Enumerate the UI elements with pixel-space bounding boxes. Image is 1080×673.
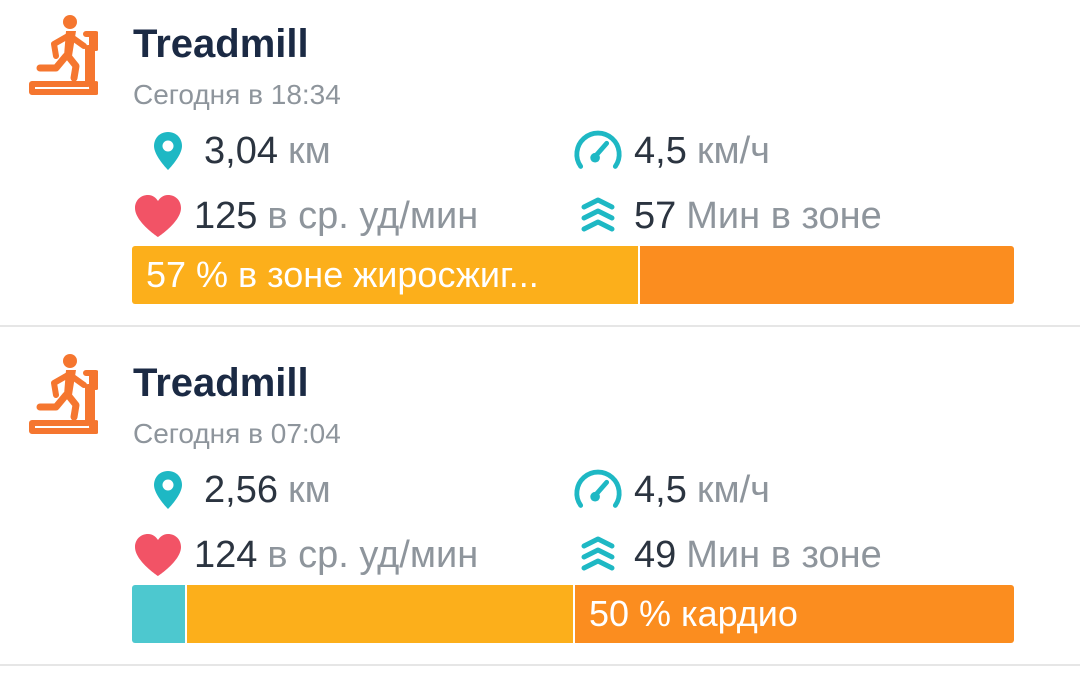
location-pin-icon (142, 127, 194, 175)
zone-bar-label: 57 % в зоне жиросжиг... (146, 254, 539, 295)
heart-rate-unit: в ср. уд/мин (267, 533, 479, 576)
heart-icon (132, 531, 184, 579)
activity-card[interactable]: Treadmill Сегодня в 07:04 2,56 км 4,5 км… (0, 339, 1080, 666)
heart-rate-unit: в ср. уд/мин (267, 194, 479, 237)
distance-unit: км (287, 468, 331, 511)
zone-minutes-unit: Мин в зоне (686, 194, 882, 237)
activity-time: Сегодня в 18:34 (133, 79, 341, 110)
activity-title: Treadmill (133, 22, 309, 66)
zone-bar-label: 50 % кардио (588, 593, 798, 634)
speed-unit: км/ч (696, 129, 770, 172)
zone-segment-fat-burn (184, 585, 573, 643)
speed-stat: 4,5 км/ч (572, 465, 770, 515)
zone-segment-out-of (132, 585, 185, 643)
zone-minutes-value: 57 (634, 194, 677, 237)
zone-segment-cardio (638, 246, 1014, 304)
heart-zone-bar: 50 % кардио (132, 585, 1014, 643)
speedometer-icon (572, 127, 624, 175)
treadmill-icon (29, 15, 98, 95)
activity-card[interactable]: Treadmill Сегодня в 18:34 3,04 км 4,5 км… (0, 0, 1080, 327)
zone-minutes-value: 49 (634, 533, 677, 576)
distance-value: 2,56 (204, 468, 278, 511)
heart-rate-value: 125 (194, 194, 258, 237)
heart-zone-bar: 57 % в зоне жиросжиг... (132, 246, 1014, 304)
zone-minutes-stat: 57 Мин в зоне (572, 191, 882, 241)
heart-rate-stat: 124 в ср. уд/мин (132, 530, 478, 580)
distance-stat: 2,56 км (142, 465, 331, 515)
speed-value: 4,5 (634, 129, 687, 172)
distance-stat: 3,04 км (142, 126, 331, 176)
zone-segment-fat-burn: 57 % в зоне жиросжиг... (132, 246, 638, 304)
zone-minutes-unit: Мин в зоне (686, 533, 882, 576)
zone-segment-cardio: 50 % кардио (572, 585, 1014, 643)
speed-stat: 4,5 км/ч (572, 126, 770, 176)
speed-unit: км/ч (696, 468, 770, 511)
heart-rate-value: 124 (194, 533, 258, 576)
speed-value: 4,5 (634, 468, 687, 511)
treadmill-icon (29, 354, 98, 434)
activity-time: Сегодня в 07:04 (133, 418, 341, 449)
heart-rate-stat: 125 в ср. уд/мин (132, 191, 478, 241)
zone-minutes-stat: 49 Мин в зоне (572, 530, 882, 580)
heart-icon (132, 192, 184, 240)
activity-title: Treadmill (133, 361, 309, 405)
location-pin-icon (142, 466, 194, 514)
distance-value: 3,04 (204, 129, 278, 172)
zone-minutes-icon (572, 531, 624, 579)
zone-minutes-icon (572, 192, 624, 240)
speedometer-icon (572, 466, 624, 514)
distance-unit: км (287, 129, 331, 172)
